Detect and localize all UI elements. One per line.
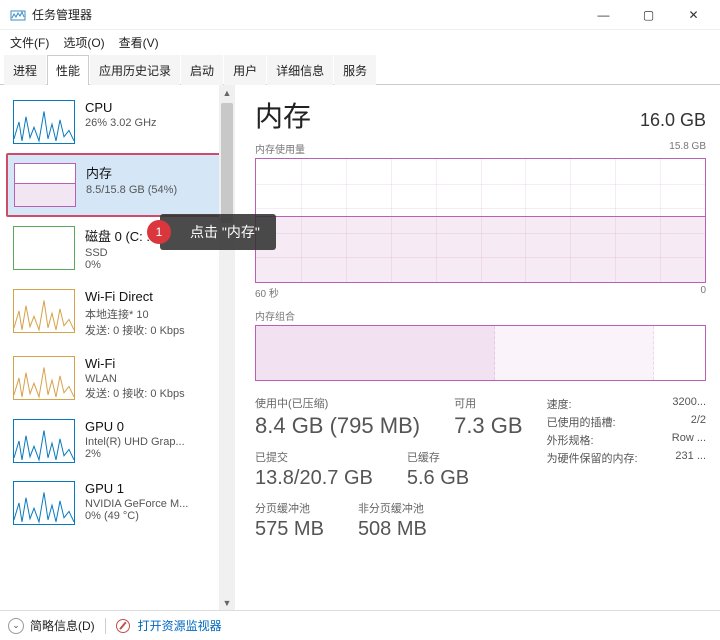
scroll-down-icon[interactable]: ▼ <box>219 595 235 611</box>
app-icon <box>10 7 26 23</box>
tab-services[interactable]: 服务 <box>334 55 376 85</box>
close-button[interactable]: ✕ <box>671 0 716 30</box>
sidebar-item-cpu-0[interactable]: CPU 26% 3.02 GHz <box>6 91 235 153</box>
collapse-icon[interactable]: ⌄ <box>8 618 24 634</box>
tutorial-annotation: 1 点击 "内存" <box>160 214 276 250</box>
sidebar-item-title: Wi-Fi Direct <box>85 289 228 304</box>
annotation-step-badge: 1 <box>147 220 171 244</box>
resource-monitor-icon <box>116 619 130 633</box>
memory-total: 16.0 GB <box>640 110 706 131</box>
x-axis-left: 60 秒 <box>255 285 279 300</box>
stat-available: 可用 7.3 GB <box>454 395 522 439</box>
sidebar-item-mem-1[interactable]: 内存 8.5/15.8 GB (54%) <box>6 153 235 217</box>
sidebar-item-wifi-3[interactable]: Wi-Fi Direct 本地连接* 10发送: 0 接收: 0 Kbps <box>6 280 235 347</box>
sidebar-item-title: 内存 <box>86 163 227 182</box>
wifi-thumb-icon <box>13 289 75 333</box>
menu-bar: 文件(F) 选项(O) 查看(V) <box>0 30 720 54</box>
sidebar-item-sub2: 发送: 0 接收: 0 Kbps <box>85 322 228 338</box>
annotation-text: 点击 "内存" <box>190 224 260 240</box>
sidebar: CPU26% 3.02 GHz内存8.5/15.8 GB (54%)磁盘 0 (… <box>0 85 235 611</box>
memory-composition-chart[interactable] <box>255 325 706 381</box>
mem-thumb-icon <box>14 163 76 207</box>
sidebar-item-sub2: 0% <box>85 259 228 271</box>
sidebar-item-title: GPU 1 <box>85 481 228 496</box>
tab-users[interactable]: 用户 <box>224 55 266 85</box>
stat-nonpaged-pool: 非分页缓冲池 508 MB <box>358 500 427 541</box>
stat-cached: 已缓存 5.6 GB <box>407 449 469 490</box>
sidebar-scrollbar[interactable]: ▲ ▼ <box>219 85 235 611</box>
sidebar-item-gpu-6[interactable]: GPU 1 NVIDIA GeForce M...0% (49 °C) <box>6 472 235 534</box>
window-title: 任务管理器 <box>32 6 92 23</box>
title-bar: 任务管理器 — ▢ ✕ <box>0 0 720 30</box>
chart-usage-max: 15.8 GB <box>669 141 706 156</box>
cpu-thumb-icon <box>13 100 75 144</box>
sidebar-item-gpu-5[interactable]: GPU 0 Intel(R) UHD Grap...2% <box>6 410 235 472</box>
scroll-up-icon[interactable]: ▲ <box>219 85 235 101</box>
footer: ⌄ 简略信息(D) 打开资源监视器 <box>0 610 720 640</box>
x-axis-right: 0 <box>700 285 706 300</box>
scroll-thumb[interactable] <box>221 103 233 223</box>
tab-performance[interactable]: 性能 <box>47 55 89 85</box>
sidebar-item-sub: WLAN <box>85 373 228 385</box>
menu-file[interactable]: 文件(F) <box>4 32 55 53</box>
hardware-info: 速度:3200... 已使用的插槽:2/2 外形规格:Row ... 为硬件保留… <box>547 395 706 551</box>
sidebar-item-sub2: 0% (49 °C) <box>85 510 228 522</box>
tab-bar: 进程 性能 应用历史记录 启动 用户 详细信息 服务 <box>0 54 720 85</box>
maximize-button[interactable]: ▢ <box>626 0 671 30</box>
chart-usage-label: 内存使用量 <box>255 141 305 156</box>
main-panel: 内存 16.0 GB 内存使用量 15.8 GB 60 秒 0 内存组合 <box>235 85 720 611</box>
sidebar-item-title: Wi-Fi <box>85 356 228 371</box>
stat-paged-pool: 分页缓冲池 575 MB <box>255 500 324 541</box>
tab-processes[interactable]: 进程 <box>4 55 46 85</box>
brief-info-link[interactable]: 简略信息(D) <box>30 617 95 634</box>
tab-app-history[interactable]: 应用历史记录 <box>90 55 180 85</box>
divider <box>105 618 106 634</box>
stat-in-use: 使用中(已压缩) 8.4 GB (795 MB) <box>255 395 420 439</box>
sidebar-item-sub2: 2% <box>85 448 228 460</box>
menu-options[interactable]: 选项(O) <box>57 32 110 53</box>
sidebar-item-sub: 本地连接* 10 <box>85 306 228 322</box>
wifi-thumb-icon <box>13 356 75 400</box>
open-resource-monitor-link[interactable]: 打开资源监视器 <box>138 617 222 634</box>
sidebar-item-wifi-4[interactable]: Wi-Fi WLAN发送: 0 接收: 0 Kbps <box>6 347 235 410</box>
gpu-thumb-icon <box>13 419 75 463</box>
menu-view[interactable]: 查看(V) <box>113 32 165 53</box>
sidebar-item-sub: NVIDIA GeForce M... <box>85 498 228 510</box>
gpu-thumb-icon <box>13 481 75 525</box>
sidebar-item-sub: 8.5/15.8 GB (54%) <box>86 184 227 196</box>
disk-thumb-icon <box>13 226 75 270</box>
sidebar-item-sub: 26% 3.02 GHz <box>85 117 228 129</box>
tab-startup[interactable]: 启动 <box>181 55 223 85</box>
sidebar-item-title: GPU 0 <box>85 419 228 434</box>
stat-committed: 已提交 13.8/20.7 GB <box>255 449 373 490</box>
sidebar-item-sub2: 发送: 0 接收: 0 Kbps <box>85 385 228 401</box>
minimize-button[interactable]: — <box>581 0 626 30</box>
content-area: CPU26% 3.02 GHz内存8.5/15.8 GB (54%)磁盘 0 (… <box>0 85 720 611</box>
stats-block: 使用中(已压缩) 8.4 GB (795 MB) 可用 7.3 GB 已提交 1… <box>255 395 706 551</box>
tab-details[interactable]: 详细信息 <box>267 55 333 85</box>
page-title: 内存 <box>255 95 640 135</box>
memory-usage-chart[interactable] <box>255 158 706 283</box>
composition-label: 内存组合 <box>255 308 706 323</box>
sidebar-item-title: CPU <box>85 100 228 115</box>
sidebar-item-sub: Intel(R) UHD Grap... <box>85 436 228 448</box>
